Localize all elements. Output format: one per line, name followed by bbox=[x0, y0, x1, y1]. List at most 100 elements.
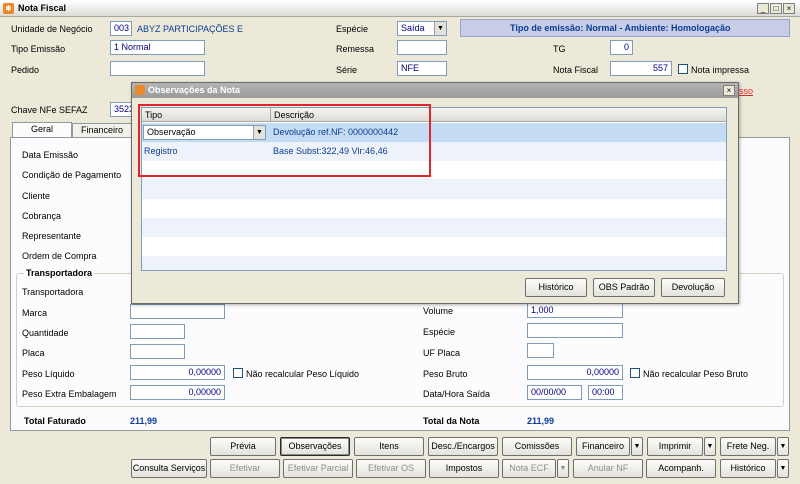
representante-label: Representante bbox=[22, 231, 82, 241]
serie-input[interactable]: NFE bbox=[397, 61, 447, 76]
modal-title: Observações da Nota bbox=[148, 85, 241, 95]
ordem-compra-label: Ordem de Compra bbox=[22, 251, 97, 261]
peso-bruto-label: Peso Bruto bbox=[423, 369, 468, 379]
nao-recalc-liquido-label: Não recalcular Peso Líquido bbox=[246, 369, 360, 379]
cliente-label: Cliente bbox=[22, 191, 51, 201]
tipo-emissao-label: Tipo Emissão bbox=[11, 44, 66, 54]
especie-select[interactable]: Saída ▼ bbox=[397, 21, 447, 36]
financeiro-button[interactable]: Financeiro bbox=[576, 437, 630, 456]
uf-placa-input[interactable] bbox=[527, 343, 554, 358]
frete-dropdown-icon[interactable]: ▼ bbox=[777, 437, 789, 456]
modal-close-icon[interactable]: × bbox=[723, 85, 735, 96]
peso-extra-input[interactable]: 0,00000 bbox=[130, 385, 225, 400]
volume-input[interactable]: 1,000 bbox=[527, 303, 623, 318]
tg-input[interactable]: 0 bbox=[610, 40, 633, 55]
nota-fiscal-input[interactable]: 557 bbox=[610, 61, 672, 76]
especie-value: Saída bbox=[401, 23, 425, 33]
emissao-info: Tipo de emissão: Normal - Ambiente: Homo… bbox=[510, 23, 731, 33]
quantidade-label: Quantidade bbox=[22, 328, 69, 338]
observacoes-modal: Observações da Nota × Tipo Descrição Obs… bbox=[131, 82, 739, 304]
unidade-label: Unidade de Negócio bbox=[11, 24, 93, 34]
chave-label: Chave NFe SEFAZ bbox=[11, 105, 88, 115]
app-icon: ✱ bbox=[3, 3, 14, 14]
quantidade-input[interactable] bbox=[130, 324, 185, 339]
highlight-box bbox=[138, 104, 431, 177]
empty-row bbox=[142, 180, 726, 199]
window-titlebar: ✱ Nota Fiscal _ □ × bbox=[0, 0, 800, 17]
nota-ecf-dropdown-icon[interactable]: ▼ bbox=[557, 459, 569, 478]
remessa-input[interactable] bbox=[397, 40, 447, 55]
transportadora-label: Transportadora bbox=[22, 287, 84, 297]
financeiro-dropdown-icon[interactable]: ▼ bbox=[631, 437, 643, 456]
empty-row bbox=[142, 256, 726, 270]
nota-impressa-label: Nota impressa bbox=[691, 65, 750, 75]
total-nota-value: 211,99 bbox=[527, 416, 555, 426]
hora-saida-input[interactable]: 00:00 bbox=[588, 385, 623, 400]
chevron-down-icon[interactable]: ▼ bbox=[434, 22, 446, 35]
modal-historico-button[interactable]: Histórico bbox=[525, 278, 587, 297]
status-link[interactable]: sso bbox=[739, 86, 753, 96]
especie-transporte-input[interactable] bbox=[527, 323, 623, 338]
peso-liquido-label: Peso Líquido bbox=[22, 369, 75, 379]
peso-liquido-input[interactable]: 0,00000 bbox=[130, 365, 225, 380]
modal-titlebar: Observações da Nota bbox=[132, 83, 738, 98]
especie-label: Espécie bbox=[336, 24, 369, 34]
maximize-icon[interactable]: □ bbox=[770, 3, 782, 14]
unidade-code-input[interactable]: 003 bbox=[110, 21, 132, 36]
tab-financeiro[interactable]: Financeiro bbox=[72, 123, 132, 137]
serie-label: Série bbox=[336, 65, 358, 75]
nota-ecf-button[interactable]: Nota ECF bbox=[502, 459, 556, 478]
nao-recalc-liquido-checkbox[interactable] bbox=[233, 368, 243, 378]
consulta-servicos-button[interactable]: Consulta Serviços bbox=[131, 459, 207, 478]
nota-impressa-checkbox[interactable] bbox=[678, 64, 688, 74]
close-icon[interactable]: × bbox=[783, 3, 795, 14]
pedido-label: Pedido bbox=[11, 65, 40, 75]
total-faturado-label: Total Faturado bbox=[24, 416, 86, 426]
desc-encargos-button[interactable]: Desc./Encargos bbox=[428, 437, 498, 456]
impostos-button[interactable]: Impostos bbox=[429, 459, 499, 478]
data-saida-input[interactable]: 00/00/00 bbox=[527, 385, 582, 400]
marca-input[interactable] bbox=[130, 304, 225, 319]
placa-label: Placa bbox=[22, 348, 45, 358]
unidade-name: ABYZ PARTICIPAÇÕES E bbox=[137, 24, 244, 34]
data-hora-label: Data/Hora Saída bbox=[423, 389, 491, 399]
empty-row bbox=[142, 237, 726, 256]
transportadora-group-title: Transportadora bbox=[24, 268, 95, 278]
acompanh-button[interactable]: Acompanh. bbox=[646, 459, 716, 478]
efetivar-os-button[interactable]: Efetivar OS bbox=[356, 459, 426, 478]
especie-transporte-label: Espécie bbox=[423, 327, 456, 337]
modal-app-icon bbox=[135, 85, 145, 95]
cobranca-label: Cobrança bbox=[22, 211, 62, 221]
minimize-icon[interactable]: _ bbox=[757, 3, 769, 14]
efetivar-button[interactable]: Efetivar bbox=[210, 459, 280, 478]
tipo-emissao-input[interactable]: 1 Normal bbox=[110, 40, 205, 55]
remessa-label: Remessa bbox=[336, 44, 375, 54]
tab-geral[interactable]: Geral bbox=[12, 122, 72, 138]
previa-button[interactable]: Prévia bbox=[210, 437, 276, 456]
frete-button[interactable]: Frete Neg. bbox=[720, 437, 776, 456]
efetivar-parcial-button[interactable]: Efetivar Parcial bbox=[283, 459, 353, 478]
nao-recalc-bruto-label: Não recalcular Peso Bruto bbox=[643, 369, 749, 379]
condicao-label: Condição de Pagamento bbox=[22, 170, 122, 180]
nota-fiscal-label: Nota Fiscal bbox=[553, 65, 599, 75]
window-title: Nota Fiscal bbox=[18, 3, 67, 13]
observacoes-button[interactable]: Observações bbox=[280, 437, 350, 456]
itens-button[interactable]: Itens bbox=[354, 437, 424, 456]
nao-recalc-bruto-checkbox[interactable] bbox=[630, 368, 640, 378]
obs-padrao-button[interactable]: OBS Padrão bbox=[593, 278, 655, 297]
imprimir-dropdown-icon[interactable]: ▼ bbox=[704, 437, 716, 456]
total-faturado-value: 211,99 bbox=[130, 416, 158, 426]
devolucao-button[interactable]: Devolução bbox=[661, 278, 725, 297]
peso-bruto-input[interactable]: 0,00000 bbox=[527, 365, 623, 380]
comissoes-button[interactable]: Comissões bbox=[502, 437, 572, 456]
imprimir-button[interactable]: Imprimir bbox=[647, 437, 703, 456]
historico-button[interactable]: Histórico bbox=[720, 459, 776, 478]
pedido-input[interactable] bbox=[110, 61, 205, 76]
volume-label: Volume bbox=[423, 306, 454, 316]
placa-input[interactable] bbox=[130, 344, 185, 359]
historico-dropdown-icon[interactable]: ▼ bbox=[777, 459, 789, 478]
anular-nf-button[interactable]: Anular NF bbox=[573, 459, 643, 478]
data-emissao-label: Data Emissão bbox=[22, 150, 79, 160]
total-nota-label: Total da Nota bbox=[423, 416, 480, 426]
marca-label: Marca bbox=[22, 308, 48, 318]
